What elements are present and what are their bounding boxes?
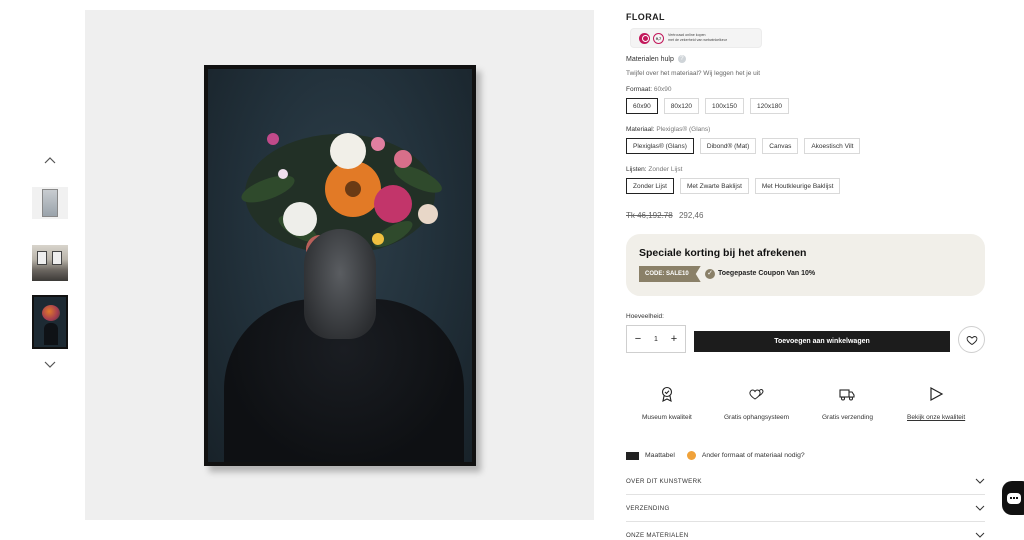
materials-help-subtext: Twijfel over het materiaal? Wij leggen h… bbox=[626, 70, 761, 77]
thumbnail-down-button[interactable] bbox=[44, 358, 56, 370]
feature-free-shipping-label: Gratis verzending bbox=[822, 414, 873, 421]
figure-head bbox=[304, 229, 376, 339]
add-to-cart-button[interactable]: Toevoegen aan winkelwagen bbox=[694, 331, 950, 352]
size-table-link[interactable]: Maattabel bbox=[645, 452, 675, 459]
frame-option-houtkleurige-baklijst[interactable]: Met Houtkleurige Baklijst bbox=[754, 178, 841, 194]
format-label: Formaat: 60x90 bbox=[626, 86, 672, 93]
accordion-materials-label: ONZE MATERIALEN bbox=[626, 531, 689, 539]
trust-text: Vertrouwd online kopen met de zekerheid … bbox=[668, 33, 727, 43]
wishlist-button[interactable] bbox=[958, 326, 985, 353]
extra-links: Maattabel Ander formaat of materiaal nod… bbox=[626, 451, 805, 460]
promo-applied-text: Toegepaste Coupon Van 10% bbox=[718, 270, 816, 277]
format-option-80x120[interactable]: 80x120 bbox=[663, 98, 700, 114]
quantity-increase-button[interactable]: + bbox=[669, 333, 679, 345]
product-title: FLORAL bbox=[626, 12, 665, 22]
play-icon bbox=[930, 386, 944, 402]
format-options: 60x90 80x120 100x150 120x180 bbox=[626, 98, 789, 114]
chat-icon bbox=[1007, 492, 1021, 504]
thumbnail-up-button[interactable] bbox=[44, 155, 56, 167]
format-selected-value: 60x90 bbox=[653, 86, 672, 93]
quantity-decrease-button[interactable]: − bbox=[633, 333, 643, 345]
chevron-down-icon bbox=[975, 478, 985, 484]
material-option-dibond[interactable]: Dibond® (Mat) bbox=[699, 138, 757, 154]
frame-label: Lijsten: Zonder Lijst bbox=[626, 166, 682, 173]
promo-title: Speciale korting bij het afrekenen bbox=[639, 247, 807, 259]
materials-help-label: Materialen hulp bbox=[626, 55, 674, 63]
thumbnail-2[interactable] bbox=[32, 245, 68, 281]
frame-label-text: Lijsten: bbox=[626, 166, 647, 173]
feature-quality-video[interactable]: Bekijk onze kwaliteit bbox=[907, 386, 965, 424]
help-question-icon[interactable]: ? bbox=[677, 55, 686, 63]
price-old: Tk 46,192.78 bbox=[626, 211, 673, 220]
format-label-text: Formaat: bbox=[626, 86, 653, 93]
webwinkelkeur-icon bbox=[639, 32, 650, 44]
material-selected-value: Plexiglas® (Glans) bbox=[656, 126, 711, 133]
feature-hanging-system: Gratis ophangsysteem bbox=[724, 386, 789, 424]
quantity-stepper: − + bbox=[626, 325, 686, 353]
material-label: Materiaal: Plexiglas® (Glans) bbox=[626, 126, 710, 133]
chevron-down-icon bbox=[975, 532, 985, 538]
chevron-up-icon bbox=[44, 157, 56, 164]
price: Tk 46,192.78 292,46 bbox=[626, 211, 703, 220]
quantity-label: Hoeveelheid: bbox=[626, 313, 664, 320]
chevron-down-icon bbox=[975, 505, 985, 511]
promo-code-tag: CODE: SALE10 bbox=[639, 266, 701, 282]
trust-score: 9,7 bbox=[653, 32, 664, 44]
accordion-shipping-label: VERZENDING bbox=[626, 504, 670, 512]
feature-free-shipping: Gratis verzending bbox=[822, 386, 873, 424]
feature-list: Museum kwaliteit Gratis ophangsysteem Gr… bbox=[626, 386, 986, 421]
frame-options: Zonder Lijst Met Zwarte Baklijst Met Hou… bbox=[626, 178, 841, 194]
format-option-120x180[interactable]: 120x180 bbox=[750, 98, 789, 114]
truck-icon bbox=[839, 389, 856, 401]
accordion-about-artwork-label: OVER DIT KUNSTWERK bbox=[626, 477, 702, 485]
format-option-60x90[interactable]: 60x90 bbox=[626, 98, 658, 114]
material-option-canvas[interactable]: Canvas bbox=[762, 138, 799, 154]
material-label-text: Materiaal: bbox=[626, 126, 655, 133]
trust-line-1: Vertrouwd online kopen bbox=[668, 33, 706, 37]
heart-icon bbox=[966, 335, 977, 345]
award-icon bbox=[661, 386, 672, 402]
thumbnail-1[interactable] bbox=[32, 187, 68, 219]
promo-banner: Speciale korting bij het afrekenen CODE:… bbox=[626, 234, 985, 296]
accordion-shipping[interactable]: VERZENDING bbox=[626, 495, 985, 522]
quantity-input[interactable] bbox=[646, 335, 666, 343]
frame-option-zwarte-baklijst[interactable]: Met Zwarte Baklijst bbox=[679, 178, 749, 194]
hearts-icon bbox=[748, 388, 763, 400]
check-icon: ✓ bbox=[705, 269, 715, 279]
feature-museum-quality-label: Museum kwaliteit bbox=[642, 414, 692, 421]
feature-quality-video-link[interactable]: Bekijk onze kwaliteit bbox=[907, 414, 965, 421]
accordion-materials[interactable]: ONZE MATERIALEN bbox=[626, 522, 985, 540]
format-option-100x150[interactable]: 100x150 bbox=[705, 98, 744, 114]
chevron-down-icon bbox=[44, 361, 56, 368]
size-table-icon bbox=[626, 451, 639, 460]
feature-hanging-system-label: Gratis ophangsysteem bbox=[724, 414, 790, 421]
frame-option-zonder-lijst[interactable]: Zonder Lijst bbox=[626, 178, 674, 194]
materials-help[interactable]: Materialen hulp ? bbox=[626, 55, 686, 63]
thumbnail-3[interactable] bbox=[32, 295, 68, 349]
frame-selected-value: Zonder Lijst bbox=[648, 166, 683, 173]
product-artwork[interactable] bbox=[204, 65, 476, 466]
material-options: Plexiglas® (Glans) Dibond® (Mat) Canvas … bbox=[626, 138, 861, 154]
trust-badge[interactable]: 9,7 Vertrouwd online kopen met de zekerh… bbox=[630, 28, 762, 48]
other-format-link[interactable]: Ander formaat of materiaal nodig? bbox=[702, 452, 805, 459]
feature-museum-quality: Museum kwaliteit bbox=[642, 386, 692, 424]
product-image-stage bbox=[85, 10, 594, 520]
smiley-icon bbox=[686, 451, 696, 460]
material-option-akoestisch-vilt[interactable]: Akoestisch Vilt bbox=[804, 138, 861, 154]
price-current: 292,46 bbox=[678, 211, 704, 220]
trust-line-2: met de zekerheid van webwinkelkeur bbox=[668, 38, 727, 42]
chat-widget-button[interactable] bbox=[1002, 481, 1024, 515]
accordion-about-artwork[interactable]: OVER DIT KUNSTWERK bbox=[626, 468, 985, 495]
material-option-plexiglas[interactable]: Plexiglas® (Glans) bbox=[626, 138, 694, 154]
